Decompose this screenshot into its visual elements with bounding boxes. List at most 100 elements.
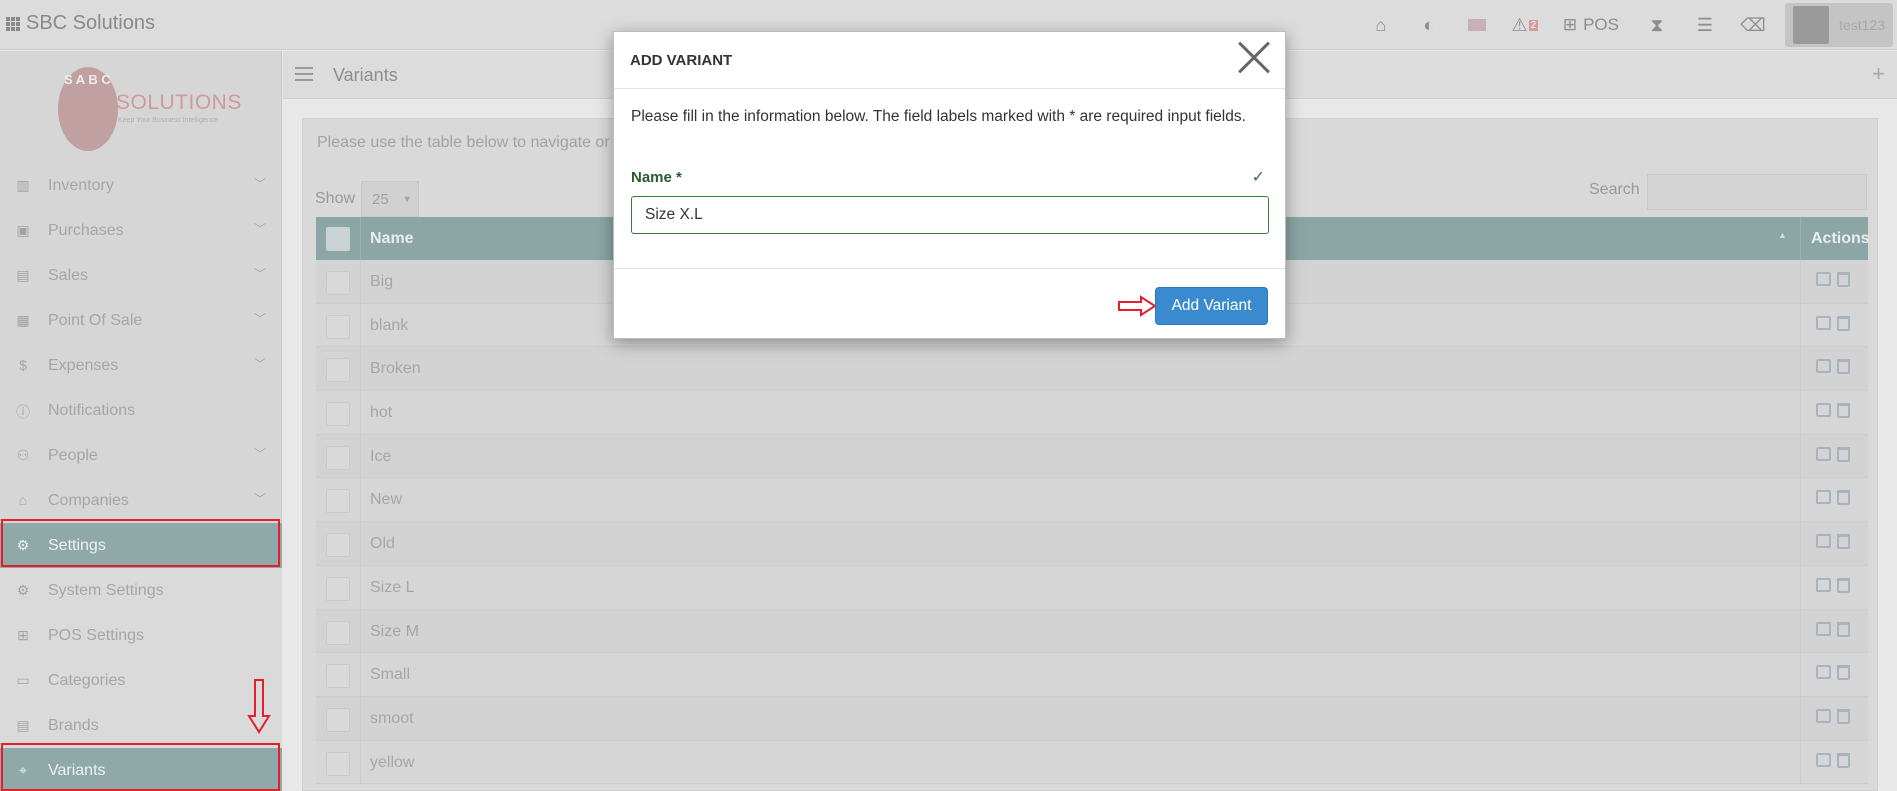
table-row[interactable]: Size M — [316, 609, 1868, 654]
sidebar-item-people[interactable]: ⚇ People ﹀ — [0, 433, 282, 478]
brand[interactable]: SBC Solutions — [6, 12, 155, 35]
sidebar-item-pos-settings[interactable]: ⊞ POS Settings — [0, 613, 282, 658]
sidebar-item-inventory[interactable]: ▥ Inventory ﹀ — [0, 163, 282, 208]
row-checkbox[interactable] — [326, 445, 350, 470]
list-icon[interactable]: ☰ — [1681, 0, 1729, 50]
menu-toggle-icon[interactable] — [295, 67, 313, 85]
flag-icon[interactable] — [1453, 0, 1501, 50]
edit-icon[interactable] — [1816, 490, 1831, 505]
hourglass-icon[interactable]: ⧗ — [1633, 0, 1681, 50]
register-icon: ▦ — [16, 312, 30, 328]
name-input[interactable] — [631, 196, 1269, 234]
row-checkbox[interactable] — [326, 751, 350, 776]
user-menu-button[interactable]: test123 — [1785, 3, 1893, 47]
row-name: smoot — [370, 709, 414, 727]
table-row[interactable]: Ice — [316, 434, 1868, 479]
edit-icon[interactable] — [1816, 621, 1831, 636]
plus-icon[interactable]: + — [1872, 61, 1885, 87]
building-icon: ⌂ — [18, 492, 28, 508]
chevron-down-icon: ﹀ — [253, 177, 266, 191]
table-row[interactable]: yellow — [316, 740, 1868, 785]
delete-icon[interactable] — [1837, 708, 1850, 724]
sidebar-item-label: Notifications — [48, 401, 136, 419]
sidebar-item-notifications[interactable]: ⓘ Notifications — [0, 388, 282, 433]
cog-icon: ⚙ — [16, 537, 30, 553]
delete-icon[interactable] — [1837, 403, 1850, 419]
edit-icon[interactable] — [1816, 577, 1831, 592]
sidebar-item-label: Brands — [48, 716, 99, 734]
top-icons: ⌂ ◐ ⚠ 2 ⊞ POS ⧗ ☰ ⌫ test123 — [1357, 0, 1897, 50]
row-checkbox[interactable] — [326, 664, 350, 689]
select-all-checkbox[interactable] — [326, 227, 350, 251]
edit-icon[interactable] — [1816, 446, 1831, 461]
edit-icon[interactable] — [1816, 359, 1831, 374]
delete-icon[interactable] — [1837, 577, 1850, 593]
column-header-name[interactable]: Name — [370, 230, 414, 248]
table-row[interactable]: Small — [316, 653, 1868, 697]
row-name: hot — [370, 404, 393, 422]
sidebar-item-expenses[interactable]: $ Expenses ﹀ — [0, 343, 282, 388]
row-checkbox[interactable] — [326, 620, 350, 645]
delete-icon[interactable] — [1837, 621, 1850, 637]
table-row[interactable]: New — [316, 478, 1868, 523]
sidebar-item-sales[interactable]: ▤ Sales ﹀ — [0, 253, 282, 298]
edit-icon[interactable] — [1816, 752, 1831, 767]
table-row[interactable]: smoot — [316, 696, 1868, 741]
delete-icon[interactable] — [1837, 490, 1850, 506]
delete-icon[interactable] — [1837, 446, 1850, 462]
row-name: New — [370, 491, 403, 509]
row-name: Old — [370, 535, 395, 553]
edit-icon[interactable] — [1816, 665, 1831, 680]
edit-icon[interactable] — [1816, 272, 1831, 286]
row-checkbox[interactable] — [326, 533, 350, 558]
sidebar-item-companies[interactable]: ⌂ Companies ﹀ — [0, 478, 282, 523]
sidebar-item-brands[interactable]: ▤ Brands — [0, 703, 282, 748]
sidebar-item-point-of-sale[interactable]: ▦ Point Of Sale ﹀ — [0, 298, 282, 343]
sidebar-item-system-settings[interactable]: ⚙ System Settings — [0, 568, 282, 613]
row-checkbox[interactable] — [326, 314, 350, 339]
close-icon[interactable] — [1237, 40, 1271, 74]
row-checkbox[interactable] — [326, 402, 350, 427]
contrast-icon[interactable]: ◐ — [1405, 0, 1453, 50]
edit-icon[interactable] — [1816, 534, 1831, 549]
delete-icon[interactable] — [1837, 665, 1850, 681]
table-row[interactable]: Broken — [316, 347, 1868, 392]
sidebar-item-categories[interactable]: ▭ Categories — [0, 658, 282, 703]
delete-icon[interactable] — [1837, 359, 1850, 375]
page-size-select[interactable]: 25 ▼ — [361, 181, 420, 217]
edit-icon[interactable] — [1816, 708, 1831, 723]
table-row[interactable]: Old — [316, 522, 1868, 566]
delete-icon[interactable] — [1837, 272, 1850, 287]
row-checkbox[interactable] — [326, 271, 350, 295]
row-checkbox[interactable] — [326, 358, 350, 383]
warning-icon[interactable]: ⚠ 2 — [1501, 0, 1549, 50]
table-row[interactable]: hot — [316, 391, 1868, 435]
row-checkbox[interactable] — [326, 489, 350, 514]
search-input[interactable] — [1647, 174, 1867, 210]
chevron-down-icon: ﹀ — [253, 312, 266, 326]
page-size-value: 25 — [372, 190, 389, 208]
table-intro: Please use the table below to navigate o… — [317, 134, 610, 151]
home-icon[interactable]: ⌂ — [1357, 0, 1405, 50]
delete-icon[interactable] — [1837, 315, 1850, 331]
sort-asc-icon[interactable]: ▲ — [1778, 230, 1787, 240]
table-row[interactable]: Size L — [316, 565, 1868, 610]
sidebar-item-purchases[interactable]: ▣ Purchases ﹀ — [0, 208, 282, 253]
sidebar-item-variants[interactable]: ⌖ Variants — [0, 748, 282, 791]
sidebar-item-label: System Settings — [48, 581, 164, 599]
edit-icon[interactable] — [1816, 315, 1831, 330]
delete-icon[interactable] — [1837, 752, 1850, 768]
eraser-icon[interactable]: ⌫ — [1729, 0, 1777, 50]
row-name: Big — [370, 273, 394, 290]
sidebar-item-settings[interactable]: ⚙ Settings — [0, 523, 282, 568]
folder-icon: ▭ — [16, 672, 30, 688]
pos-button[interactable]: ⊞ POS — [1549, 0, 1633, 50]
row-checkbox[interactable] — [326, 707, 350, 732]
row-name: Size M — [370, 622, 419, 640]
logo-tagline: Keep Your Business Intelligence — [118, 117, 219, 124]
row-checkbox[interactable] — [326, 576, 350, 601]
delete-icon[interactable] — [1837, 534, 1850, 550]
add-variant-button[interactable]: Add Variant — [1155, 287, 1268, 325]
edit-icon[interactable] — [1816, 403, 1831, 418]
modal-footer: Add Variant — [614, 268, 1285, 340]
